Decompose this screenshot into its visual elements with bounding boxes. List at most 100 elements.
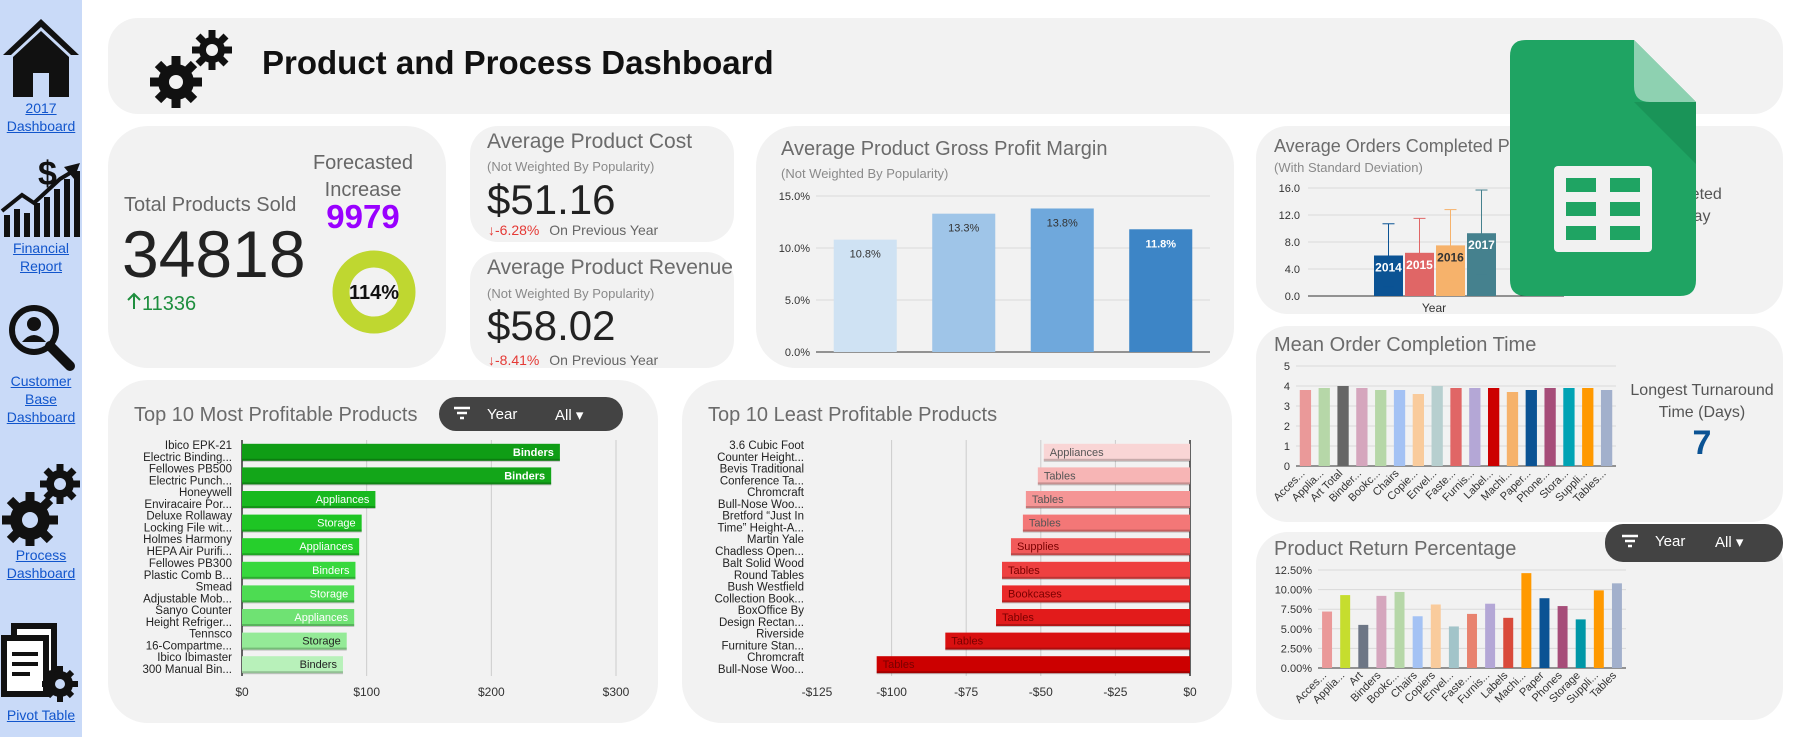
bar <box>1375 390 1387 466</box>
sidebar-item-process-dashboard[interactable]: Process Dashboard <box>0 460 82 582</box>
bar <box>1485 603 1496 668</box>
bar <box>1318 388 1330 466</box>
bar <box>1322 611 1333 668</box>
bar <box>1544 388 1556 466</box>
bar <box>876 656 1190 674</box>
bar-shadow <box>1043 458 1190 462</box>
filter-icon[interactable] <box>453 404 471 426</box>
sidebar-link-process-dashboard[interactable]: Dashboard <box>0 564 82 582</box>
bar <box>1593 590 1604 668</box>
bar <box>1600 390 1613 466</box>
least10-chart: -$125 -$100 -$75 -$50 -$25 $0 Appliances 3.6 Cu… <box>715 440 1197 699</box>
y-tick-label: 7.50% <box>1281 604 1312 616</box>
return-year-filter[interactable]: Year <box>1655 533 1685 550</box>
sidebar-link-base[interactable]: Base <box>0 390 82 408</box>
sidebar-item-customer-base[interactable]: Customer Base Dashboard <box>0 302 82 426</box>
bar <box>1393 390 1406 466</box>
return-filter-bar[interactable]: Year All ▾ <box>1605 524 1783 562</box>
avg-cost-change-value: -6.28% <box>495 222 540 238</box>
sidebar-item-2017-dashboard[interactable]: 2017 Dashboard <box>0 15 82 135</box>
bar <box>1412 394 1424 466</box>
category-label: Furniture Stan... <box>722 641 804 653</box>
filter-icon[interactable] <box>1621 532 1639 554</box>
y-tick-label: 1 <box>1284 441 1290 453</box>
category-label: Counter Height... <box>717 452 804 464</box>
bar-data-label: Supplies <box>1017 541 1060 553</box>
x-tick-label: -$50 <box>1029 685 1053 699</box>
x-tick-label: -$75 <box>954 685 978 699</box>
bar <box>1340 595 1351 668</box>
y-tick-label: 0.00% <box>1281 663 1312 675</box>
bar-data-label: 13.3% <box>948 223 979 235</box>
forecast-pct: 114% <box>349 282 399 304</box>
bar-shadow <box>1002 600 1190 604</box>
category-label: Electric Binding... <box>143 452 232 464</box>
sidebar-link-financial[interactable]: Financial <box>0 239 82 257</box>
bar-data-label: Appliances <box>1050 447 1104 459</box>
sidebar-item-financial-report[interactable]: $ Financial Report <box>0 155 82 275</box>
y-tick-label: 16.0 <box>1279 183 1300 195</box>
category-label: 16-Compartme... <box>146 641 232 653</box>
bar-shadow <box>1010 553 1190 557</box>
top10-filter-bar[interactable]: Year All ▾ <box>439 397 623 431</box>
sidebar-link-customer[interactable]: Customer <box>0 372 82 390</box>
avg-revenue-change: ↓-8.41% On Previous Year <box>488 352 658 368</box>
category-label: Conference Ta... <box>720 475 804 487</box>
return-all-dropdown[interactable]: All ▾ <box>1715 533 1743 551</box>
documents-gear-icon <box>1 623 78 702</box>
bar-shadow <box>242 671 343 675</box>
category-label: Riverside <box>756 629 804 641</box>
category-label: 300 Manual Bin... <box>142 664 232 676</box>
category-label: Bush Westfield <box>728 581 805 593</box>
sidebar-link-customer-dashboard[interactable]: Dashboard <box>0 408 82 426</box>
longest-label-line2: Time (Days) <box>1658 404 1746 421</box>
y-tick-label: 5 <box>1284 361 1290 373</box>
sidebar-link-dashboard[interactable]: Dashboard <box>0 117 82 135</box>
sidebar-link-report[interactable]: Report <box>0 257 82 275</box>
bar <box>1430 604 1441 668</box>
top10-all-dropdown[interactable]: All ▾ <box>555 406 583 424</box>
bar <box>1030 208 1094 352</box>
longest-turnaround-label: Longest Turnaround Time (Days) <box>1620 380 1784 424</box>
category-label: Collection Book... <box>715 593 805 605</box>
bar-shadow <box>945 647 1190 651</box>
y-tick-label: 0.0 <box>1285 291 1300 303</box>
category-label: Bull-Nose Woo... <box>718 499 804 511</box>
finance-chart-icon: $ <box>0 155 80 237</box>
page-title: Product and Process Dashboard <box>262 44 774 81</box>
sidebar-link-2017[interactable]: 2017 <box>0 99 82 117</box>
bar-data-label: Binders <box>312 565 350 577</box>
sidebar-item-pivot-table[interactable] <box>0 622 82 710</box>
bar <box>1412 616 1423 668</box>
bar-data-label: Tables <box>1032 494 1064 506</box>
sidebar-link-pivot-table[interactable]: Pivot Table <box>0 707 82 723</box>
y-tick-label: 15.0% <box>779 191 810 203</box>
category-label: Height Refriger... <box>146 617 232 629</box>
avg-revenue-change-label: On Previous Year <box>549 352 659 368</box>
total-sold-value: 34818 <box>122 217 306 291</box>
forecast-label: Forecasted Increase <box>304 150 422 204</box>
bar-shadow <box>1022 529 1190 533</box>
x-tick-label: $300 <box>603 685 630 699</box>
x-axis-label: Year <box>1422 301 1446 314</box>
top10-chart: $0 $100 $200 $300BindersIbico EPK-21Electri… <box>142 440 630 699</box>
x-tick-label: $200 <box>478 685 505 699</box>
avg-revenue-subtitle: (Not Weighted By Popularity) <box>487 286 655 301</box>
sidebar-link-process[interactable]: Process <box>0 546 82 564</box>
bar-shadow <box>1037 482 1190 486</box>
top10-year-filter[interactable]: Year <box>487 406 517 423</box>
category-label: Round Tables <box>734 570 804 582</box>
category-label: Adjustable Mob... <box>143 593 232 605</box>
y-tick-label: 0 <box>1284 461 1290 473</box>
bar <box>1557 606 1568 668</box>
bar-shadow <box>242 576 356 580</box>
category-label: Chromcraft <box>747 652 805 664</box>
bar <box>1582 388 1594 466</box>
bar-data-label: Tables <box>951 636 983 648</box>
bar-data-label: Appliances <box>316 494 370 506</box>
longest-label-line1: Longest Turnaround <box>1630 382 1774 399</box>
x-tick-label: -$125 <box>802 685 833 699</box>
longest-turnaround-value: 7 <box>1692 424 1712 462</box>
bar-shadow <box>242 458 560 462</box>
category-label: Time” Height-A... <box>718 523 804 535</box>
